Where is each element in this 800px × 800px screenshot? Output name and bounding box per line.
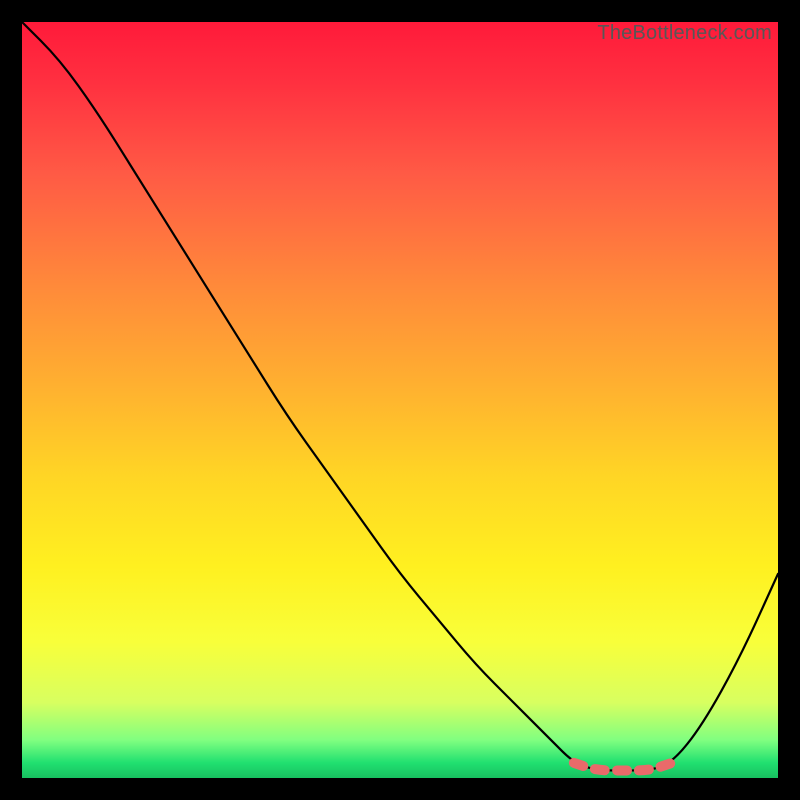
chart-svg <box>22 22 778 778</box>
plot-area: TheBottleneck.com <box>22 22 778 778</box>
curve-line <box>22 22 778 770</box>
chart-frame: TheBottleneck.com <box>0 0 800 800</box>
